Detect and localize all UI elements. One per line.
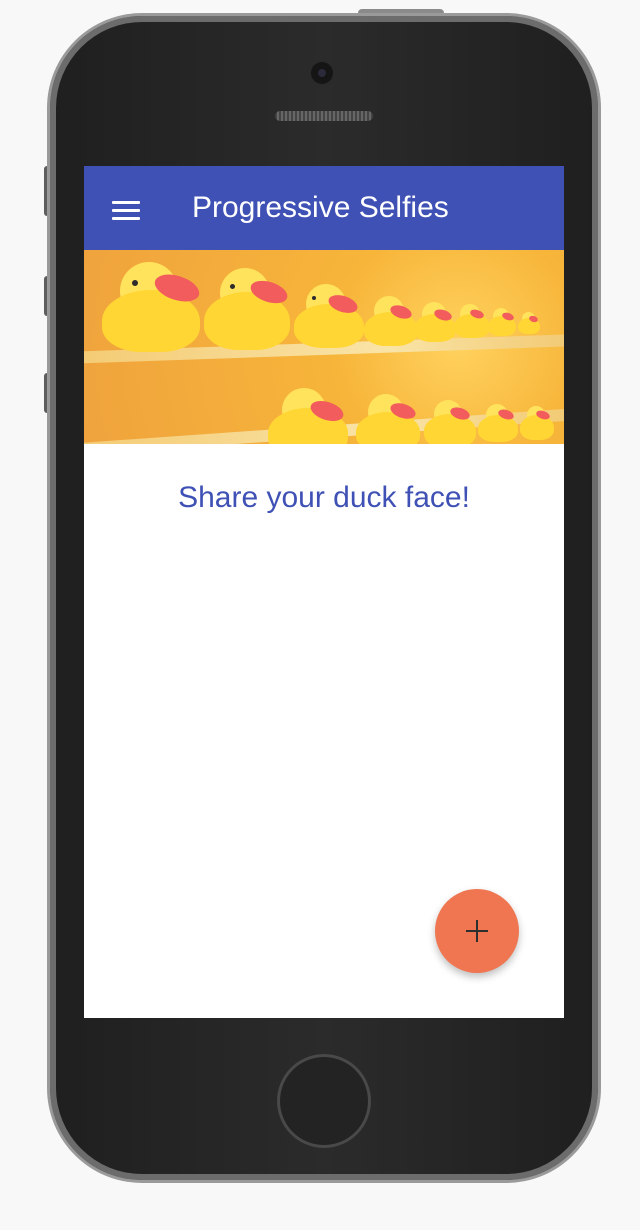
hero-image [84,250,564,444]
duck-image [268,388,354,444]
menu-line-1 [112,201,140,204]
top-app-bar: Progressive Selfies [84,166,564,250]
add-photo-button[interactable] [435,889,519,973]
duck-image [356,394,428,444]
duck-image [294,284,370,348]
duck-image [520,406,560,440]
duck-image [424,400,482,444]
speaker-grille [275,111,373,121]
menu-line-2 [112,209,140,212]
duck-image [102,262,212,352]
front-camera [311,62,333,84]
duck-image [518,312,544,334]
duck-image [204,268,300,350]
duck-image [478,404,524,442]
app-title: Progressive Selfies [192,191,449,224]
app-screen: Progressive Selfies Share your duck face… [84,166,564,1018]
headline-text: Share your duck face! [178,481,470,514]
plus-icon [466,920,488,942]
hamburger-menu-icon[interactable] [112,201,140,221]
home-button[interactable] [277,1054,371,1148]
menu-line-3 [112,217,140,220]
duck-image [488,308,520,336]
page: Progressive Selfies Share your duck face… [0,0,640,1230]
